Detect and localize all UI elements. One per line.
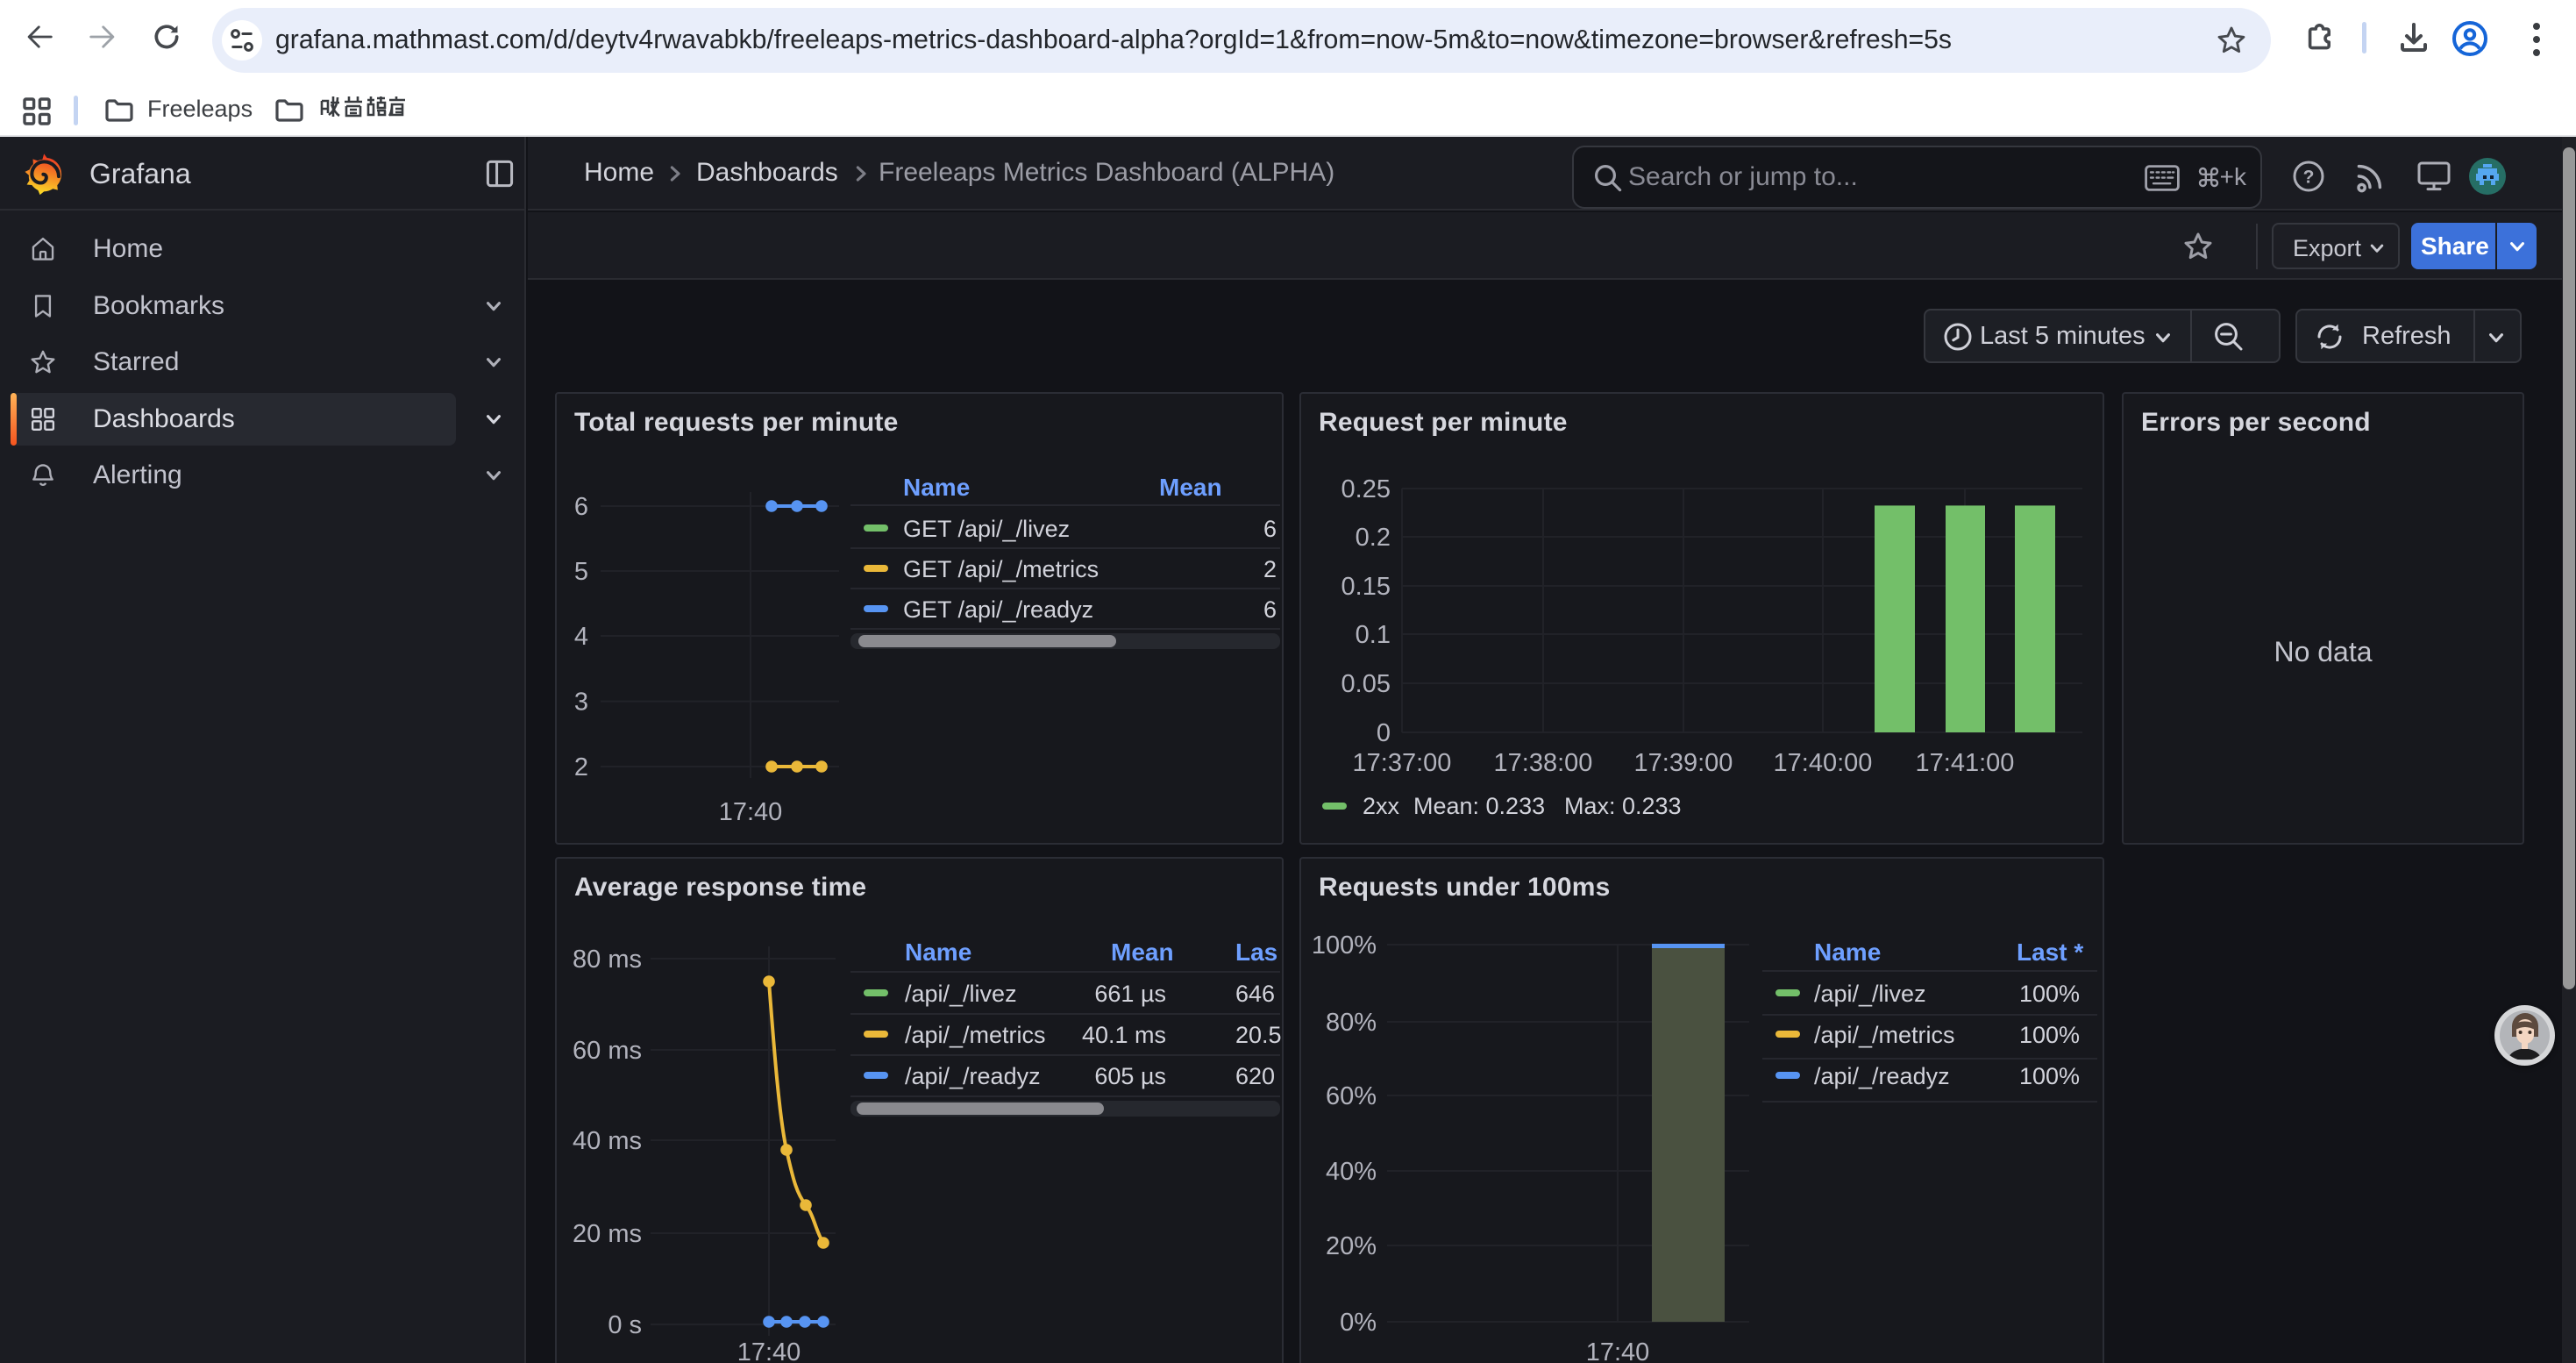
svg-text:40%: 40%: [1326, 1158, 1377, 1186]
svg-text:17:40: 17:40: [737, 1338, 801, 1363]
svg-text:0.1: 0.1: [1356, 621, 1391, 649]
svg-text:0.2: 0.2: [1356, 524, 1391, 552]
svg-text:17:38:00: 17:38:00: [1494, 749, 1593, 777]
svg-text:0.05: 0.05: [1341, 670, 1391, 698]
svg-text:17:37:00: 17:37:00: [1353, 749, 1452, 777]
svg-text:5: 5: [574, 558, 588, 586]
svg-text:17:40:00: 17:40:00: [1774, 749, 1873, 777]
svg-text:2: 2: [574, 753, 588, 781]
svg-text:0.25: 0.25: [1341, 475, 1391, 503]
svg-text:3: 3: [574, 689, 588, 717]
svg-text:0%: 0%: [1340, 1309, 1377, 1337]
svg-text:60%: 60%: [1326, 1082, 1377, 1110]
svg-text:6: 6: [574, 493, 588, 521]
svg-text:?: ?: [2303, 167, 2315, 187]
svg-text:100%: 100%: [1312, 931, 1377, 960]
svg-text:80%: 80%: [1326, 1009, 1377, 1037]
svg-text:0 s: 0 s: [608, 1311, 642, 1339]
svg-text:4: 4: [574, 623, 588, 651]
svg-text:80 ms: 80 ms: [573, 946, 642, 974]
svg-text:60 ms: 60 ms: [573, 1037, 642, 1065]
svg-text:0.15: 0.15: [1341, 573, 1391, 601]
svg-text:17:39:00: 17:39:00: [1634, 749, 1733, 777]
svg-text:0: 0: [1377, 719, 1391, 747]
svg-text:17:40: 17:40: [719, 798, 783, 826]
svg-text:17:40: 17:40: [1586, 1338, 1650, 1363]
svg-text:17:41:00: 17:41:00: [1916, 749, 2015, 777]
svg-text:20%: 20%: [1326, 1232, 1377, 1260]
svg-text:40 ms: 40 ms: [573, 1127, 642, 1155]
svg-text:20 ms: 20 ms: [573, 1220, 642, 1248]
